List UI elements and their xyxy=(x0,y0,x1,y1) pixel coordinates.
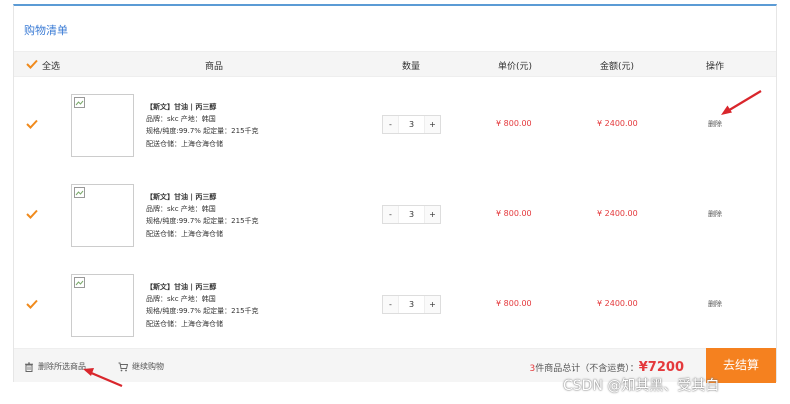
quantity-stepper: - 3 + xyxy=(382,115,441,134)
quantity-decrease-button[interactable]: - xyxy=(383,206,399,223)
header-amount: 金额(元) xyxy=(600,62,635,72)
order-total: ¥7200 xyxy=(638,360,684,375)
delete-selected-action[interactable]: 删除所选商品 xyxy=(24,361,86,372)
product-warehouse: 配送仓储：上海仓海仓储 xyxy=(146,139,223,148)
broken-image-icon xyxy=(74,277,85,288)
item-amount: ¥ 2400.00 xyxy=(597,119,638,128)
delete-selected-label[interactable]: 删除所选商品 xyxy=(38,361,86,372)
header-quantity: 数量 xyxy=(402,62,421,72)
check-icon xyxy=(26,59,38,69)
product-brand-origin: 品牌：skc 产地：韩国 xyxy=(146,295,216,304)
broken-image-icon xyxy=(74,187,85,198)
product-spec: 规格/纯度:99.7% 起定量：215千克 xyxy=(146,307,259,316)
product-info: 【斯文】甘油 | 丙三醇 品牌：skc 产地：韩国 规格/纯度:99.7% 起定… xyxy=(146,281,259,330)
quantity-decrease-button[interactable]: - xyxy=(383,296,399,313)
select-all-label[interactable]: 全选 xyxy=(42,59,60,72)
delete-item-link[interactable]: 删除 xyxy=(708,299,722,309)
header-action: 操作 xyxy=(706,62,725,72)
order-summary: 3件商品总计（不含运费）：¥7200 xyxy=(530,360,684,375)
continue-shopping-label[interactable]: 继续购物 xyxy=(132,361,164,372)
product-name[interactable]: 【斯文】甘油 | 丙三醇 xyxy=(146,191,259,203)
product-image[interactable] xyxy=(71,94,134,157)
quantity-stepper: - 3 + xyxy=(382,295,441,314)
quantity-input[interactable]: 3 xyxy=(400,296,423,313)
table-header: 全选 商品 数量 单价(元) 金额(元) 操作 xyxy=(14,51,776,77)
shopping-cart-panel: 购物清单 全选 商品 数量 单价(元) 金额(元) 操作 【斯文】甘油 | 丙三… xyxy=(13,4,777,383)
quantity-input[interactable]: 3 xyxy=(400,206,423,223)
product-warehouse: 配送仓储：上海仓海仓储 xyxy=(146,229,223,238)
product-brand-origin: 品牌：skc 产地：韩国 xyxy=(146,115,216,124)
product-name[interactable]: 【斯文】甘油 | 丙三醇 xyxy=(146,281,259,293)
product-warehouse: 配送仓储：上海仓海仓储 xyxy=(146,319,223,328)
trash-icon xyxy=(25,362,33,372)
product-spec: 规格/纯度:99.7% 起定量：215千克 xyxy=(146,127,259,136)
product-image[interactable] xyxy=(71,274,134,337)
check-icon xyxy=(26,119,38,129)
check-icon xyxy=(26,299,38,309)
watermark: CSDN @知其黑、受其白 xyxy=(563,378,720,394)
item-checkbox[interactable] xyxy=(26,119,38,129)
quantity-stepper: - 3 + xyxy=(382,205,441,224)
item-checkbox[interactable] xyxy=(26,209,38,219)
delete-item-link[interactable]: 删除 xyxy=(708,209,722,219)
header-product: 商品 xyxy=(205,62,224,72)
product-info: 【斯文】甘油 | 丙三醇 品牌：skc 产地：韩国 规格/纯度:99.7% 起定… xyxy=(146,101,259,150)
quantity-input[interactable]: 3 xyxy=(400,116,423,133)
check-icon xyxy=(26,209,38,219)
unit-price: ¥ 800.00 xyxy=(496,119,532,128)
quantity-increase-button[interactable]: + xyxy=(424,296,440,313)
arrow-icon xyxy=(721,90,762,115)
cart-item-row: 【斯文】甘油 | 丙三醇 品牌：skc 产地：韩国 规格/纯度:99.7% 起定… xyxy=(14,169,776,259)
header-unit-price: 单价(元) xyxy=(498,62,533,72)
product-spec: 规格/纯度:99.7% 起定量：215千克 xyxy=(146,217,259,226)
product-info: 【斯文】甘油 | 丙三醇 品牌：skc 产地：韩国 规格/纯度:99.7% 起定… xyxy=(146,191,259,240)
unit-price: ¥ 800.00 xyxy=(496,299,532,308)
arrow-icon xyxy=(83,368,123,388)
cart-title: 购物清单 xyxy=(24,24,68,37)
select-all-checkbox[interactable] xyxy=(26,59,38,69)
broken-image-icon xyxy=(74,97,85,108)
summary-text: 件商品总计（不含运费）： xyxy=(535,364,639,374)
quantity-decrease-button[interactable]: - xyxy=(383,116,399,133)
product-image[interactable] xyxy=(71,184,134,247)
product-name[interactable]: 【斯文】甘油 | 丙三醇 xyxy=(146,101,259,113)
unit-price: ¥ 800.00 xyxy=(496,209,532,218)
cart-item-row: 【斯文】甘油 | 丙三醇 品牌：skc 产地：韩国 规格/纯度:99.7% 起定… xyxy=(14,79,776,169)
cart-item-row: 【斯文】甘油 | 丙三醇 品牌：skc 产地：韩国 规格/纯度:99.7% 起定… xyxy=(14,259,776,349)
item-amount: ¥ 2400.00 xyxy=(597,209,638,218)
product-brand-origin: 品牌：skc 产地：韩国 xyxy=(146,205,216,214)
item-checkbox[interactable] xyxy=(26,299,38,309)
item-amount: ¥ 2400.00 xyxy=(597,299,638,308)
quantity-increase-button[interactable]: + xyxy=(424,206,440,223)
delete-item-link[interactable]: 删除 xyxy=(708,119,722,129)
quantity-increase-button[interactable]: + xyxy=(424,116,440,133)
